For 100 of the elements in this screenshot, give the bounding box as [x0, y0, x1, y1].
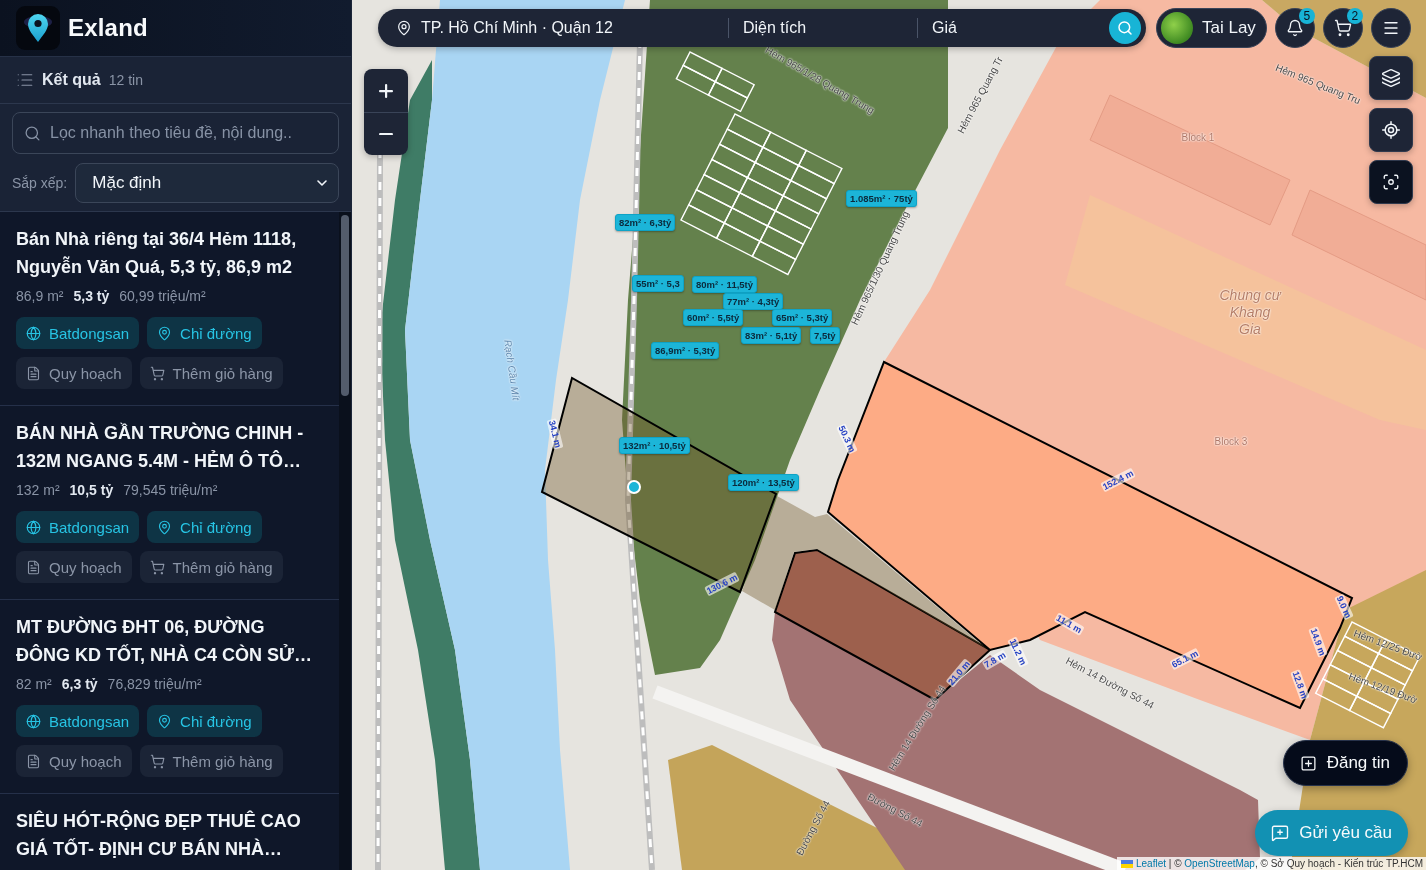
source-link-button[interactable]: Batdongsan [16, 317, 140, 349]
price-marker[interactable]: 55m² · 5,3 [632, 275, 684, 292]
map-label: Block 3 [1214, 435, 1248, 447]
document-icon [26, 365, 41, 381]
listing-area: 82 m² [16, 674, 52, 694]
listing-title[interactable]: BÁN NHÀ GẦN TRƯỜNG CHINH - 132M NGANG 5.4M - HẺM Ô TÔ… [16, 419, 323, 475]
globe-icon [26, 519, 41, 535]
logo-icon [16, 6, 60, 50]
add-to-cart-button[interactable]: Thêm giỏ hàng [139, 357, 283, 389]
planning-button[interactable]: Quy hoạch [16, 745, 132, 777]
post-listing-button[interactable]: Đăng tin [1282, 740, 1408, 786]
cart-icon [149, 365, 165, 381]
price-marker[interactable]: 60m² · 5,5tỷ [683, 309, 744, 326]
layers-button[interactable] [1369, 56, 1413, 100]
list-icon [16, 71, 34, 89]
user-menu-button[interactable]: Tai Lay [1156, 8, 1267, 48]
planning-button[interactable]: Quy hoạch [16, 357, 132, 389]
price-marker[interactable]: 86,9m² · 5,3tỷ [651, 342, 720, 359]
price-marker[interactable]: 120m² · 13,5tỷ [728, 474, 799, 491]
search-button[interactable] [1109, 12, 1141, 44]
map-label: Hẻm 12/19 Đườ [1347, 670, 1419, 706]
globe-icon [26, 713, 41, 729]
price-marker[interactable]: 80m² · 11,5tỷ [692, 276, 758, 293]
price-marker[interactable]: 1.085m² · 75tỷ [846, 190, 917, 207]
notification-badge: 5 [1298, 8, 1315, 24]
map-label: Chung cư Khang Gia [1218, 286, 1282, 338]
crosshair-icon [1381, 120, 1401, 140]
cart-badge: 2 [1346, 8, 1363, 24]
map-label: Block 1 [1181, 131, 1215, 143]
attribution-link[interactable]: OpenStreetMap [1184, 857, 1255, 869]
directions-button[interactable]: Chỉ đường [147, 511, 262, 543]
avatar [1161, 12, 1193, 44]
listing-price: 10,5 tỷ [69, 481, 114, 500]
focus-icon [1382, 173, 1400, 191]
listing-card[interactable]: Bán Nhà riêng tại 36/4 Hẻm 1118, Nguyễn Văn Quá, 5,3 tỷ, 86,9 m2 86,9 m² 5,3 tỷ 60,99 triệu/m² Batdongsan Chỉ đường Quy hoạch Thêm giỏ hàng [0, 212, 339, 406]
listing-unit-price: 76,829 triệu/m² [107, 675, 202, 694]
measurement-label: 34.1 m [546, 418, 564, 450]
search-icon [24, 124, 41, 142]
zoom-out-button[interactable] [364, 112, 408, 155]
plus-square-icon [1299, 754, 1317, 772]
zoom-in-button[interactable] [364, 69, 408, 112]
listing-card[interactable]: BÁN NHÀ GẦN TRƯỜNG CHINH - 132M NGANG 5.4M - HẺM Ô TÔ… 132 m² 10,5 tỷ 79,545 triệu/m² Batdongsan Chỉ đường Quy hoạch Thêm giỏ hàng [0, 406, 339, 600]
menu-icon [1381, 19, 1400, 37]
document-icon [26, 559, 41, 575]
attribution-link[interactable]: Leaflet [1136, 857, 1166, 869]
brand-name: Exland [68, 14, 148, 42]
focus-button[interactable] [1369, 160, 1413, 204]
listing-price: 5,3 tỷ [73, 287, 110, 306]
measurement-label: 12.8 m [1290, 669, 1310, 701]
search-icon [1117, 20, 1133, 36]
map-pin-icon [396, 20, 412, 36]
listing-card[interactable]: MT ĐƯỜNG ĐHT 06, ĐƯỜNG ĐÔNG KD TỐT, NHÀ C4 CÒN SỬ… 82 m² 6,3 tỷ 76,829 triệu/m² Batdongsan Chỉ đường Quy hoạch Thêm giỏ hàng [0, 600, 339, 794]
directions-button[interactable]: Chỉ đường [147, 705, 262, 737]
cart-icon [149, 753, 165, 769]
source-link-button[interactable]: Batdongsan [16, 705, 140, 737]
minus-icon [379, 132, 393, 136]
location-marker-icon [627, 480, 641, 494]
cart-icon [1333, 19, 1352, 37]
cart-icon [149, 559, 165, 575]
listing-title[interactable]: MT ĐƯỜNG ĐHT 06, ĐƯỜNG ĐÔNG KD TỐT, NHÀ C4 CÒN SỬ… [16, 613, 323, 669]
map-label: Hẻm 12/25 Đườ [1352, 627, 1424, 663]
plus-icon [379, 83, 393, 98]
map-pin-icon [157, 325, 173, 341]
location-filter[interactable]: TP. Hồ Chí Minh · Quận 12 [378, 9, 728, 47]
price-marker[interactable]: 82m² · 6,3tỷ [615, 214, 676, 231]
price-marker[interactable]: 77m² · 4,3tỷ [723, 293, 784, 310]
locate-button[interactable] [1369, 108, 1413, 152]
price-marker[interactable]: 7,5tỷ [810, 327, 840, 344]
listing-area: 86,9 m² [16, 286, 64, 306]
attribution-text: Leaflet | © OpenStreetMap, © Sở Quy hoạch - Kiến trúc TP.HCM [1136, 857, 1423, 870]
price-marker[interactable]: 65m² · 5,3tỷ [772, 309, 833, 326]
planning-button[interactable]: Quy hoạch [16, 551, 132, 583]
map-pin-icon [157, 519, 173, 535]
directions-button[interactable]: Chỉ đường [147, 317, 262, 349]
area-filter[interactable]: Diện tích [729, 9, 917, 47]
price-filter[interactable]: Giá [918, 9, 1109, 47]
search-field[interactable]: Lọc nhanh theo tiêu đề, nội dung.. [12, 112, 339, 154]
sort-label: Sắp xếp: [12, 175, 68, 191]
map-label: Rạch Cầu Mít [502, 338, 522, 402]
price-marker[interactable]: 83m² · 5,1tỷ [741, 327, 802, 344]
layers-icon [1381, 68, 1401, 88]
listing-area: 132 m² [16, 480, 60, 500]
measurement-label: 14.9 m [1308, 626, 1328, 658]
listing-title[interactable]: Bán Nhà riêng tại 36/4 Hẻm 1118, Nguyễn Văn Quá, 5,3 tỷ, 86,9 m2 [16, 225, 323, 281]
map-pin-icon [157, 713, 173, 729]
scrollbar-thumb[interactable] [341, 215, 349, 396]
listing-price: 6,3 tỷ [61, 675, 98, 694]
globe-icon [26, 325, 41, 341]
send-request-button[interactable]: Gửi yêu cầu [1255, 810, 1408, 856]
land-parcel[interactable] [742, 496, 987, 649]
listing-title[interactable]: SIÊU HÓT-RỘNG ĐẸP THUÊ CAO GIÁ TỐT- ĐỊNH CƯ BÁN NHÀ… [16, 807, 323, 863]
source-link-button[interactable]: Batdongsan [16, 511, 140, 543]
add-to-cart-button[interactable]: Thêm giỏ hàng [139, 551, 283, 583]
add-to-cart-button[interactable]: Thêm giỏ hàng [139, 745, 283, 777]
listing-unit-price: 60,99 triệu/m² [119, 287, 206, 306]
results-count: 12 tin [108, 72, 143, 88]
message-plus-icon [1271, 824, 1290, 842]
listing-unit-price: 79,545 triệu/m² [123, 481, 218, 500]
price-marker[interactable]: 132m² · 10,5tỷ [619, 437, 690, 454]
sort-dropdown[interactable]: Mặc định [75, 163, 339, 203]
